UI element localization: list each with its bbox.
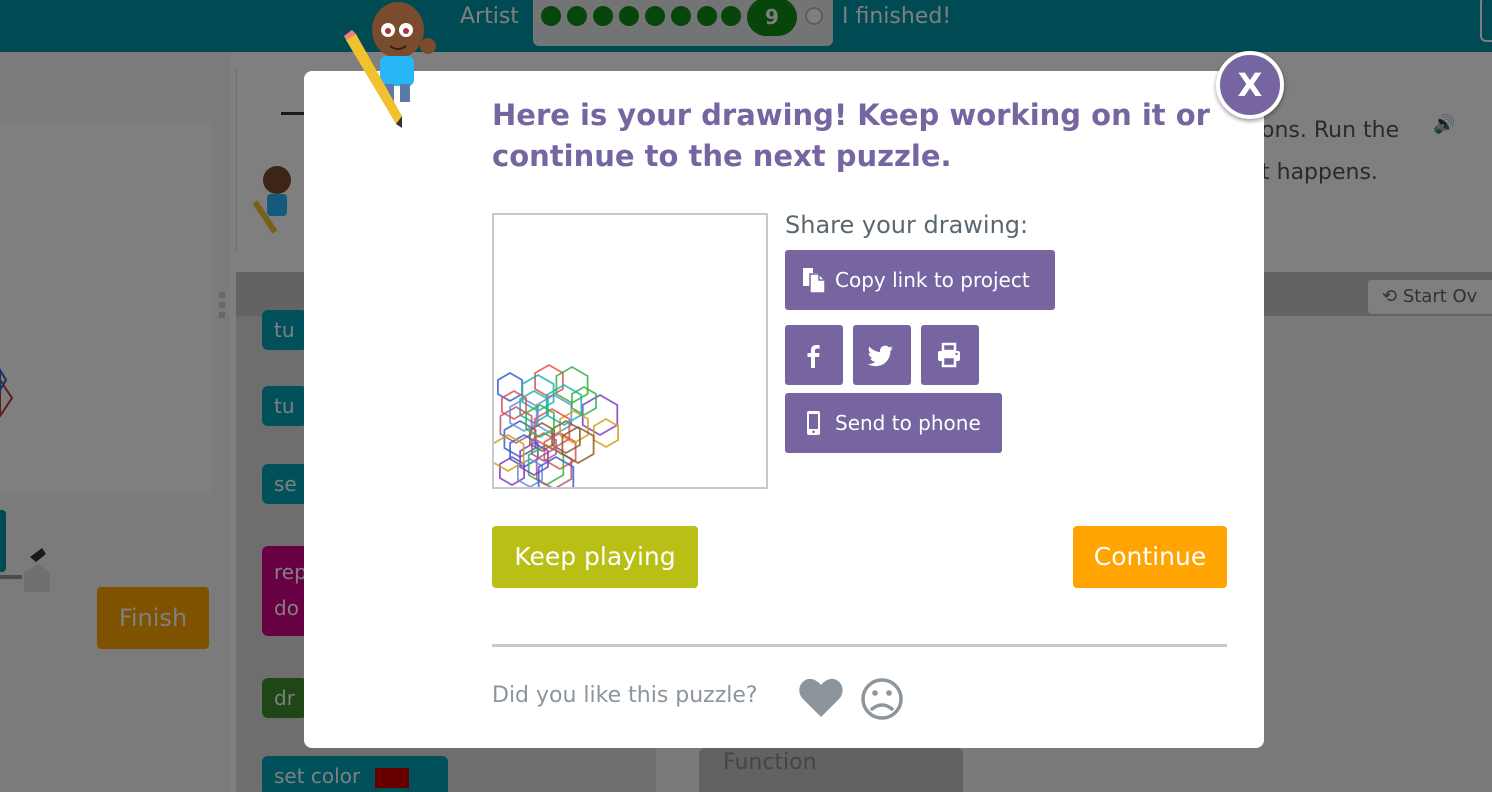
copy-link-label: Copy link to project bbox=[835, 268, 1030, 292]
share-label: Share your drawing: bbox=[785, 211, 1029, 239]
close-button[interactable]: X bbox=[1216, 51, 1284, 119]
print-icon bbox=[938, 342, 960, 368]
frown-icon[interactable] bbox=[860, 677, 904, 721]
hexagon-stroke bbox=[494, 433, 525, 473]
hexagon-stroke bbox=[561, 425, 595, 465]
drawing-preview bbox=[492, 213, 768, 489]
dialog-heading: Here is your drawing! Keep working on it… bbox=[492, 98, 1210, 173]
send-to-phone-label: Send to phone bbox=[835, 411, 981, 435]
copy-icon bbox=[803, 268, 826, 294]
heart-icon[interactable] bbox=[798, 676, 844, 720]
continue-button[interactable]: Continue bbox=[1073, 526, 1227, 588]
dialog-divider bbox=[492, 644, 1227, 647]
drawing-hexagons bbox=[494, 363, 619, 487]
feedback-question: Did you like this puzzle? bbox=[492, 683, 758, 708]
copy-link-button[interactable]: Copy link to project bbox=[785, 250, 1055, 310]
keep-playing-button[interactable]: Keep playing bbox=[492, 526, 698, 588]
send-to-phone-button[interactable]: Send to phone bbox=[785, 393, 1002, 453]
artist-avatar bbox=[344, 2, 436, 128]
twitter-share-button[interactable] bbox=[853, 325, 911, 385]
phone-icon bbox=[807, 411, 820, 435]
facebook-icon bbox=[807, 345, 820, 368]
facebook-share-button[interactable] bbox=[785, 325, 843, 385]
hexagon-stroke bbox=[497, 371, 524, 403]
twitter-icon bbox=[867, 345, 893, 367]
hexagon-stroke bbox=[545, 383, 583, 427]
print-button[interactable] bbox=[921, 325, 979, 385]
